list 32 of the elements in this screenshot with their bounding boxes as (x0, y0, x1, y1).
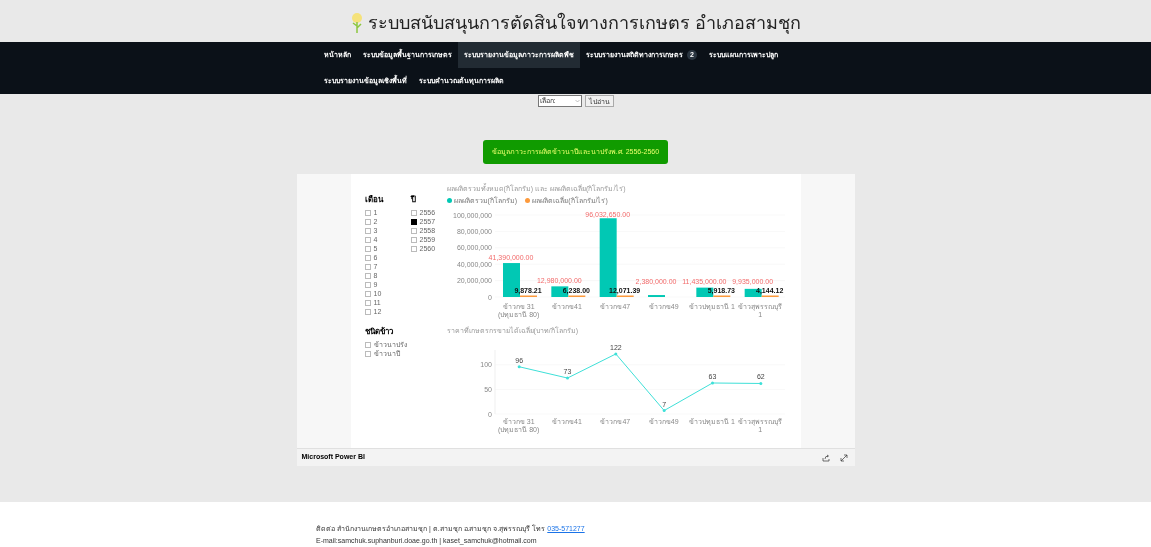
checkbox[interactable] (410, 245, 417, 252)
slicer-title: เดือน (364, 194, 384, 206)
checkbox[interactable] (364, 209, 371, 216)
data-point (710, 381, 714, 384)
slicer-title: ปี (410, 194, 417, 206)
checkbox[interactable] (364, 299, 371, 306)
checkbox[interactable] (364, 281, 371, 288)
checkbox[interactable] (364, 254, 371, 261)
checkbox[interactable] (364, 236, 371, 243)
data-point (565, 376, 569, 380)
data-point (517, 364, 521, 368)
expand-icon[interactable] (839, 453, 848, 462)
checkbox[interactable] (364, 227, 371, 234)
data-point (758, 381, 762, 385)
checkbox[interactable] (364, 308, 371, 315)
checkbox[interactable] (364, 263, 371, 270)
checkbox[interactable] (364, 290, 371, 297)
checkbox[interactable] (410, 218, 417, 225)
checkbox[interactable] (364, 245, 371, 252)
rice-logo-icon (350, 12, 364, 34)
data-point (662, 408, 666, 412)
share-icon[interactable] (821, 453, 830, 462)
slicer-title: ชนิดข้าว (364, 326, 394, 338)
checkbox[interactable] (410, 236, 417, 243)
site-title: ระบบสนับสนุนการตัดสินใจทางการเกษตร อำเภอสามชุก (368, 11, 801, 36)
data-point (613, 351, 617, 355)
checkbox[interactable] (364, 341, 371, 348)
checkbox[interactable] (364, 218, 371, 225)
checkbox[interactable] (364, 350, 371, 357)
checkbox[interactable] (410, 227, 417, 234)
checkbox[interactable] (364, 272, 371, 279)
checkbox[interactable] (410, 209, 417, 216)
